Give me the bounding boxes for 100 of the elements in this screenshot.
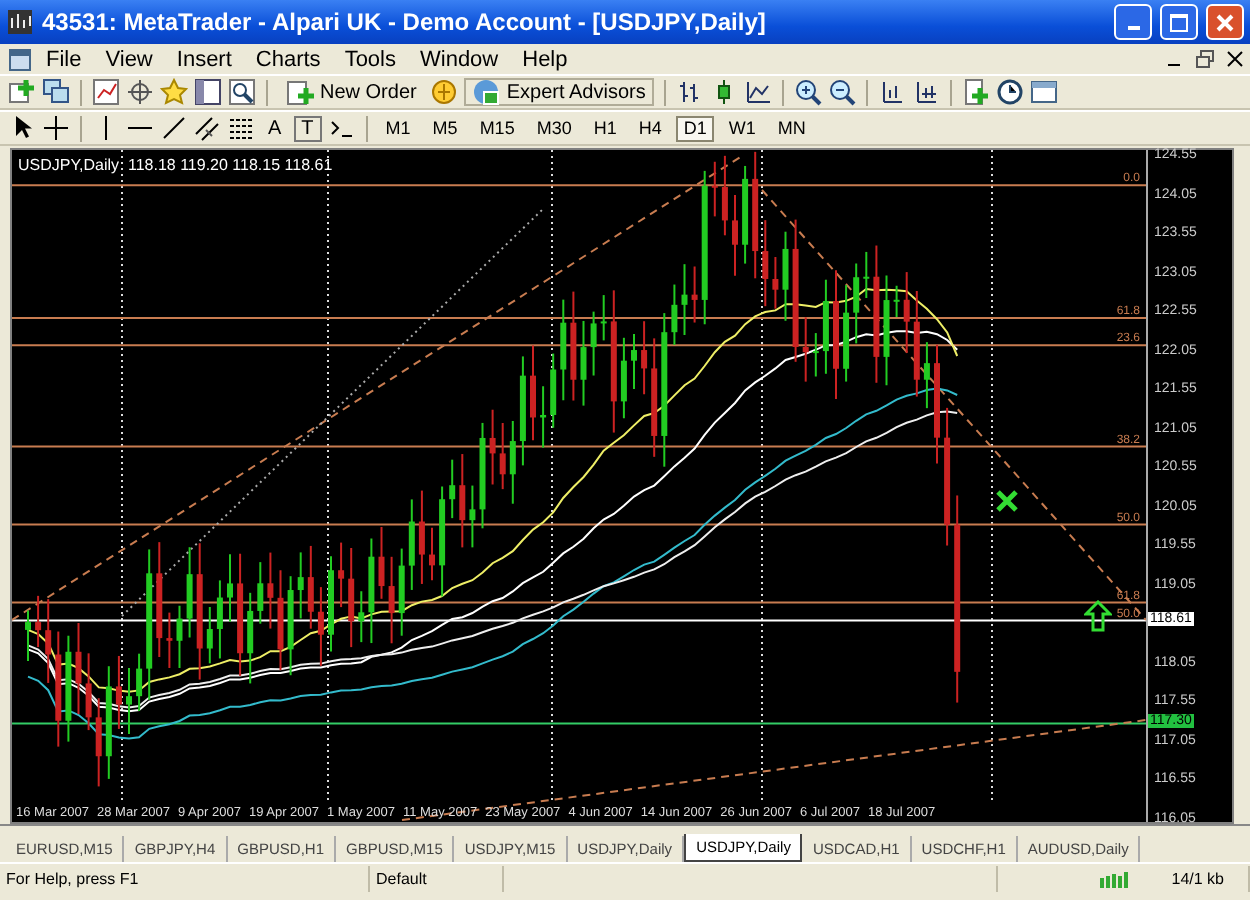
- candlestick: [328, 555, 334, 653]
- menu-item[interactable]: Insert: [164, 47, 244, 71]
- candlestick: [247, 591, 254, 685]
- candlestick: [368, 537, 375, 645]
- candlestick: [883, 274, 890, 387]
- candlestick: [126, 666, 132, 735]
- candlestick: [358, 590, 365, 644]
- candlestick: [85, 652, 92, 732]
- candlestick: [317, 586, 324, 667]
- candlestick: [176, 604, 183, 669]
- candlestick: [65, 634, 72, 743]
- text-tool[interactable]: A: [262, 117, 288, 139]
- candlestick: [55, 630, 62, 748]
- new-order-button[interactable]: New Order: [278, 78, 425, 106]
- app-icon: [6, 8, 34, 36]
- timeframe-button[interactable]: M5: [424, 115, 466, 141]
- cross-icon: [996, 490, 1018, 512]
- candlestick: [439, 485, 446, 598]
- timeframe-button[interactable]: D1: [675, 115, 715, 141]
- candlestick: [681, 263, 688, 336]
- timeframe-button[interactable]: MN: [769, 115, 814, 141]
- candlestick: [227, 553, 233, 623]
- maximize-icon: [1170, 13, 1188, 31]
- candlestick: [590, 310, 597, 377]
- candlestick: [489, 408, 496, 486]
- clock-icon[interactable]: [995, 78, 1024, 106]
- candlestick: [459, 453, 466, 549]
- candlestick: [418, 489, 425, 585]
- candlestick: [136, 652, 143, 713]
- candlestick: [843, 284, 850, 383]
- traffic-text: 14/1 kb: [1131, 866, 1250, 892]
- document-plus-icon[interactable]: [961, 78, 990, 106]
- candlestick: [216, 579, 223, 660]
- line-chart-icon[interactable]: [743, 78, 772, 106]
- menu-item[interactable]: Tools: [332, 47, 408, 71]
- candlestick: [398, 547, 405, 637]
- menu-item[interactable]: Charts: [243, 47, 333, 71]
- timeframe-button[interactable]: H1: [585, 115, 625, 141]
- template-icon[interactable]: [1029, 78, 1058, 106]
- expert-advisors-button[interactable]: Expert Advisors: [464, 78, 654, 106]
- candlestick: [35, 594, 42, 649]
- candlestick: [732, 194, 738, 277]
- crosshair-icon[interactable]: [126, 78, 154, 106]
- close-icon: [1216, 13, 1234, 31]
- candlestick: [711, 160, 718, 218]
- coin-icon[interactable]: [430, 78, 459, 106]
- panel-icon[interactable]: [194, 78, 222, 106]
- menu-item[interactable]: Window: [408, 47, 511, 71]
- candlestick: [206, 606, 213, 665]
- chart-shift-icon[interactable]: [877, 78, 906, 106]
- candlestick: [519, 355, 526, 467]
- candlestick: [671, 283, 678, 346]
- window-title: 43531: MetaTrader - Alpari UK - Demo Account - [USDJPY,Daily]: [42, 8, 768, 36]
- magnifier-icon[interactable]: [228, 78, 256, 106]
- autoscroll-icon[interactable]: [911, 78, 940, 106]
- candlestick: [752, 150, 759, 280]
- timeframe-button[interactable]: H4: [630, 115, 670, 141]
- menu-item[interactable]: Help: [510, 47, 580, 71]
- candlestick: [277, 569, 284, 672]
- candlestick: [388, 555, 395, 645]
- close-button[interactable]: [1206, 4, 1244, 40]
- candlestick: [307, 544, 314, 630]
- fibonacci-icon[interactable]: [228, 114, 256, 142]
- candlestick: [822, 278, 829, 375]
- profile-name: Default: [370, 866, 504, 892]
- restore-icon[interactable]: [1196, 50, 1214, 68]
- text-label-tool[interactable]: T: [293, 115, 322, 141]
- chart-window-icon[interactable]: [92, 78, 120, 106]
- document-icon[interactable]: [6, 45, 34, 73]
- candlestick: [550, 352, 557, 429]
- candlestick: [186, 546, 193, 639]
- close-icon[interactable]: [1226, 50, 1244, 68]
- candlestick: [641, 320, 648, 396]
- candlestick: [853, 262, 860, 345]
- candlestick: [540, 385, 547, 449]
- minimize-button[interactable]: [1114, 4, 1152, 40]
- timeframe-button[interactable]: M1: [377, 115, 419, 141]
- candlestick: [762, 219, 769, 308]
- menu-item[interactable]: View: [93, 47, 165, 71]
- timeframe-button[interactable]: M15: [471, 115, 523, 141]
- candlestick: [620, 336, 627, 420]
- candlestick: [570, 290, 577, 402]
- timeframe-button[interactable]: M30: [528, 115, 580, 141]
- candlestick: [833, 269, 839, 400]
- candlestick: [863, 250, 870, 299]
- channel-icon[interactable]: [194, 114, 222, 142]
- maximize-button[interactable]: [1160, 4, 1198, 40]
- candlestick: [600, 294, 607, 342]
- crosshair-icon[interactable]: [42, 114, 70, 142]
- plus-icon[interactable]: [8, 78, 36, 106]
- candlestick: [257, 561, 264, 625]
- zoom-out-icon[interactable]: [827, 78, 856, 106]
- star-icon[interactable]: [160, 78, 188, 106]
- timeframe-button[interactable]: W1: [720, 115, 764, 141]
- trend-line-icon[interactable]: [160, 114, 188, 142]
- candlestick: [196, 542, 203, 681]
- menu-item[interactable]: File: [34, 47, 94, 71]
- bar-chart-icon[interactable]: [675, 78, 704, 106]
- windows-icon[interactable]: [42, 78, 70, 106]
- zoom-in-icon[interactable]: [793, 78, 822, 106]
